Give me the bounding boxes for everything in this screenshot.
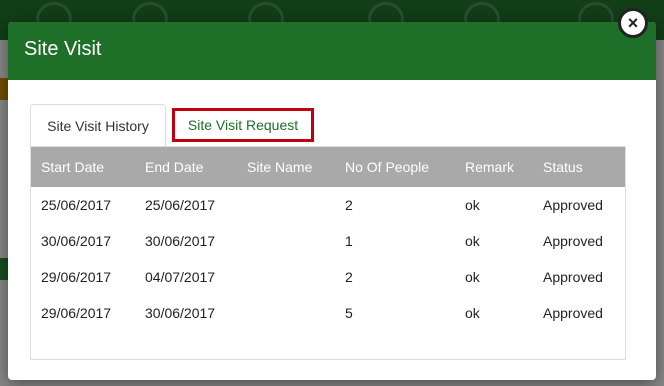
tab-site-visit-request[interactable]: Site Visit Request bbox=[172, 108, 314, 142]
cell-start-date: 29/06/2017 bbox=[41, 305, 112, 321]
cell-remark: ok bbox=[465, 305, 480, 321]
table-row: 30/06/2017 30/06/2017 1 ok Approved bbox=[31, 223, 625, 259]
cell-end-date: 30/06/2017 bbox=[145, 305, 216, 321]
cell-status: Approved bbox=[543, 305, 603, 321]
column-header-site-name: Site Name bbox=[247, 159, 313, 175]
modal-title: Site Visit bbox=[24, 38, 102, 60]
table-row: 29/06/2017 30/06/2017 5 ok Approved bbox=[31, 295, 625, 331]
table-header-row: Start Date End Date Site Name No Of Peop… bbox=[31, 147, 625, 187]
cell-status: Approved bbox=[543, 233, 603, 249]
column-header-end-date: End Date bbox=[145, 159, 204, 175]
cell-start-date: 30/06/2017 bbox=[41, 233, 112, 249]
cell-site-name bbox=[237, 259, 335, 295]
cell-start-date: 29/06/2017 bbox=[41, 269, 112, 285]
modal-header: Site Visit bbox=[8, 22, 656, 80]
cell-no-of-people: 2 bbox=[345, 269, 353, 285]
cell-start-date: 25/06/2017 bbox=[41, 197, 112, 213]
tab-site-visit-history[interactable]: Site Visit History bbox=[30, 104, 166, 146]
table-row: 29/06/2017 04/07/2017 2 ok Approved bbox=[31, 259, 625, 295]
table-row: 25/06/2017 25/06/2017 2 ok Approved bbox=[31, 187, 625, 223]
column-header-no-of-people: No Of People bbox=[345, 159, 430, 175]
column-header-status: Status bbox=[543, 159, 583, 175]
cell-remark: ok bbox=[465, 233, 480, 249]
close-button[interactable]: × bbox=[618, 8, 648, 38]
cell-no-of-people: 2 bbox=[345, 197, 353, 213]
cell-no-of-people: 1 bbox=[345, 233, 353, 249]
cell-status: Approved bbox=[543, 197, 603, 213]
cell-remark: ok bbox=[465, 197, 480, 213]
site-visit-modal: Site Visit Site Visit History Site Visit… bbox=[8, 22, 656, 380]
cell-status: Approved bbox=[543, 269, 603, 285]
site-visit-table: Start Date End Date Site Name No Of Peop… bbox=[30, 146, 626, 360]
cell-end-date: 25/06/2017 bbox=[145, 197, 216, 213]
cell-site-name bbox=[237, 295, 335, 331]
cell-no-of-people: 5 bbox=[345, 305, 353, 321]
cell-site-name bbox=[237, 187, 335, 223]
column-header-remark: Remark bbox=[465, 159, 515, 175]
close-icon: × bbox=[627, 13, 639, 33]
column-header-start-date: Start Date bbox=[41, 159, 105, 175]
cell-remark: ok bbox=[465, 269, 480, 285]
cell-end-date: 04/07/2017 bbox=[145, 269, 216, 285]
cell-end-date: 30/06/2017 bbox=[145, 233, 216, 249]
cell-site-name bbox=[237, 223, 335, 259]
